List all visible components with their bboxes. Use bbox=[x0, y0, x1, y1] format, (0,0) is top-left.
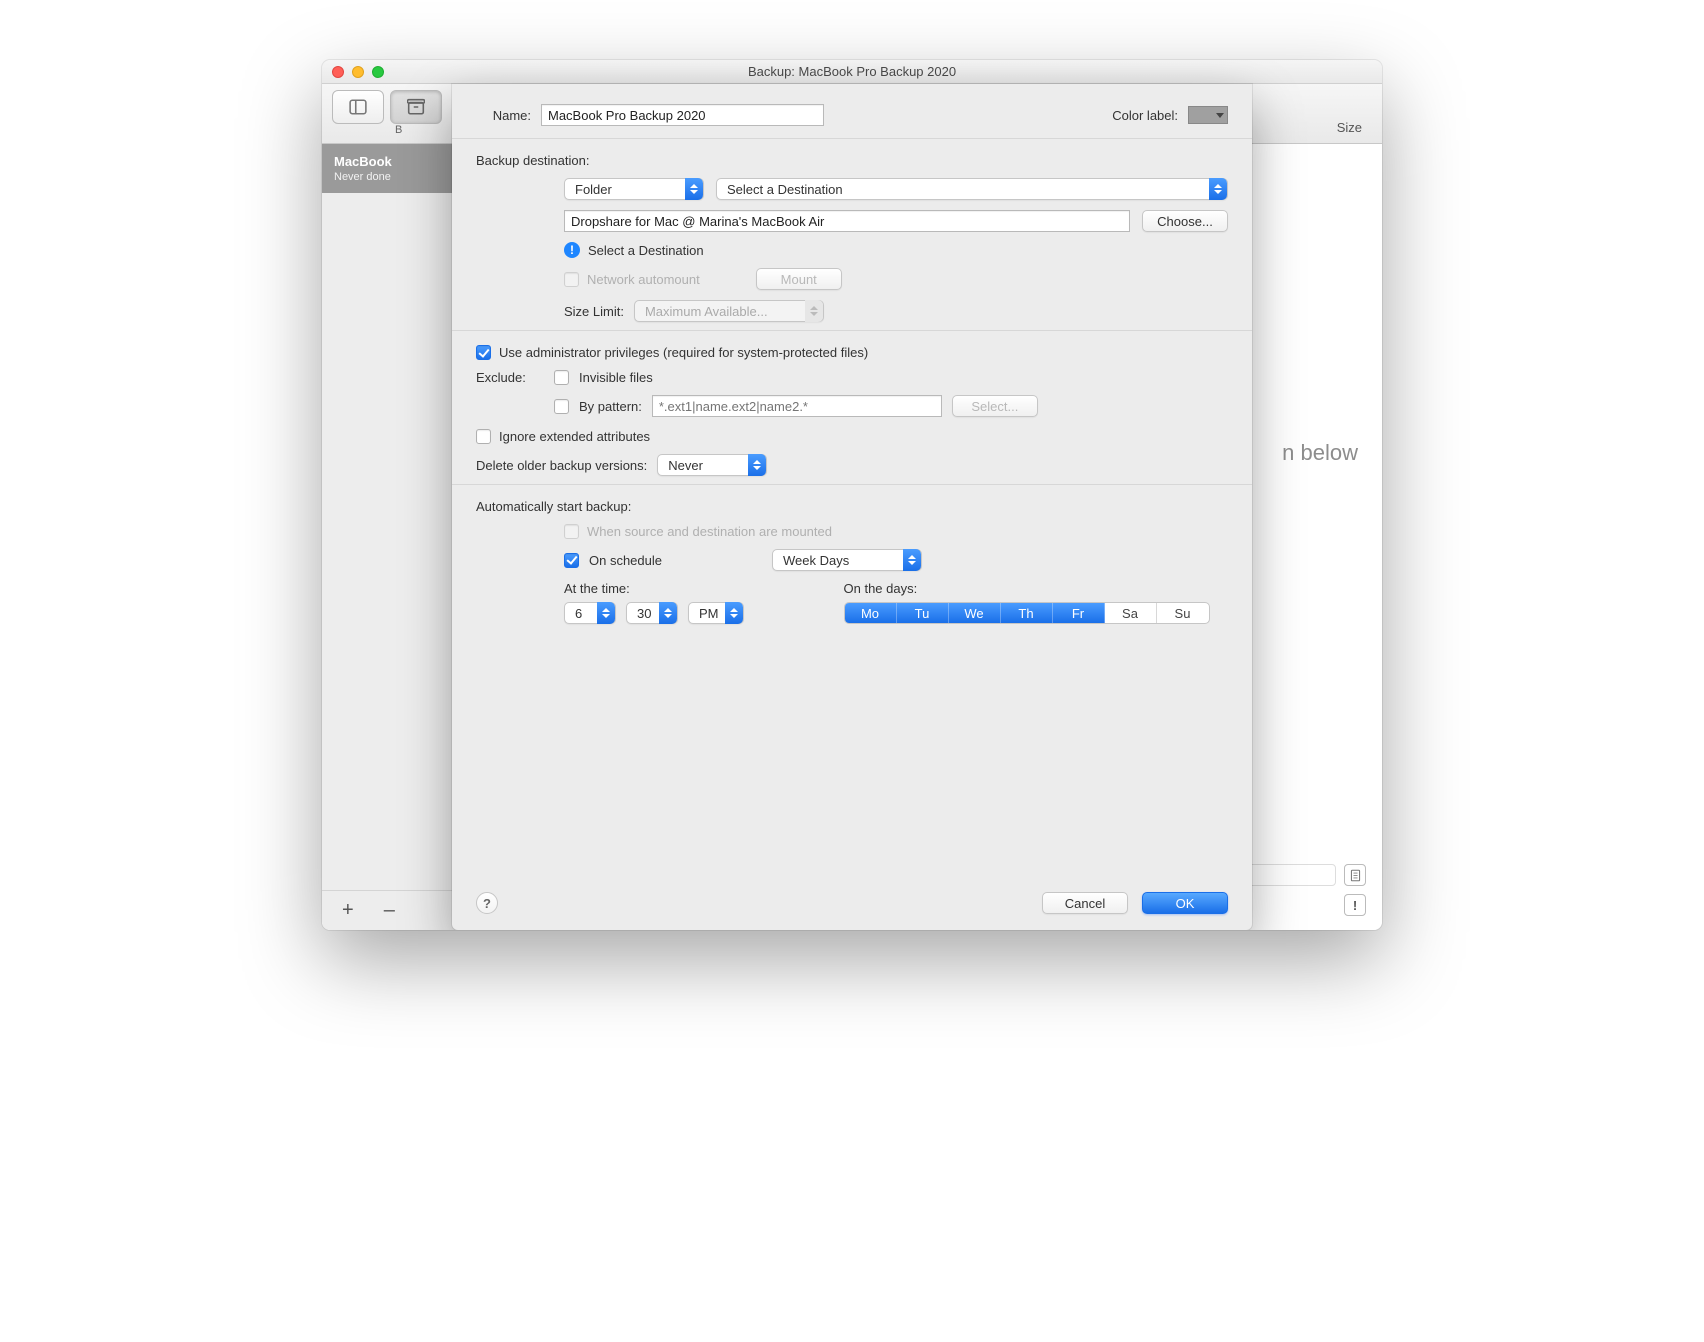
on-days-label: On the days: bbox=[844, 581, 1210, 596]
toolbar-layout-button-2[interactable] bbox=[390, 90, 442, 124]
remove-button[interactable]: – bbox=[384, 899, 395, 922]
note-icon-button[interactable] bbox=[1344, 864, 1366, 886]
size-limit-value: Maximum Available... bbox=[645, 304, 768, 319]
on-schedule-checkbox[interactable] bbox=[564, 553, 579, 568]
main-window: Backup: MacBook Pro Backup 2020 B Size n… bbox=[322, 60, 1382, 930]
on-schedule-label: On schedule bbox=[589, 553, 662, 568]
destination-select-value: Select a Destination bbox=[727, 182, 843, 197]
choose-button[interactable]: Choose... bbox=[1142, 210, 1228, 232]
ampm-select[interactable]: PM bbox=[688, 602, 744, 624]
ok-button[interactable]: OK bbox=[1142, 892, 1228, 914]
auto-start-title: Automatically start backup: bbox=[476, 499, 1228, 514]
invisible-files-label: Invisible files bbox=[579, 370, 653, 385]
alert-icon-button[interactable]: ! bbox=[1344, 894, 1366, 916]
delete-older-value: Never bbox=[668, 458, 703, 473]
ignore-xattr-checkbox[interactable] bbox=[476, 429, 491, 444]
pattern-select-button: Select... bbox=[952, 395, 1038, 417]
color-label-picker[interactable] bbox=[1188, 106, 1228, 124]
minute-select[interactable]: 30 bbox=[626, 602, 678, 624]
toolbar-layout-button-1[interactable] bbox=[332, 90, 384, 124]
title-bar: Backup: MacBook Pro Backup 2020 bbox=[322, 60, 1382, 84]
info-icon: ! bbox=[564, 242, 580, 258]
when-mounted-label: When source and destination are mounted bbox=[587, 524, 832, 539]
info-text: Select a Destination bbox=[588, 243, 704, 258]
day-tu[interactable]: Tu bbox=[897, 603, 949, 623]
when-mounted-checkbox bbox=[564, 524, 579, 539]
destination-path-field[interactable] bbox=[564, 210, 1130, 232]
delete-older-select[interactable]: Never bbox=[657, 454, 767, 476]
days-selector: Mo Tu We Th Fr Sa Su bbox=[844, 602, 1210, 624]
destination-select[interactable]: Select a Destination bbox=[716, 178, 1228, 200]
mount-button: Mount bbox=[756, 268, 842, 290]
pattern-input[interactable] bbox=[652, 395, 942, 417]
at-time-label: At the time: bbox=[564, 581, 744, 596]
day-we[interactable]: We bbox=[949, 603, 1001, 623]
day-th[interactable]: Th bbox=[1001, 603, 1053, 623]
archive-icon bbox=[407, 98, 425, 116]
ignore-xattr-label: Ignore extended attributes bbox=[499, 429, 650, 444]
add-button[interactable]: + bbox=[342, 899, 354, 922]
schedule-type-select[interactable]: Week Days bbox=[772, 549, 922, 571]
sheet-footer: ? Cancel OK bbox=[452, 892, 1252, 914]
size-limit-select: Maximum Available... bbox=[634, 300, 824, 322]
backup-destination-title: Backup destination: bbox=[476, 153, 1228, 168]
size-limit-label: Size Limit: bbox=[564, 304, 624, 319]
behind-text-fragment: n below bbox=[1282, 440, 1358, 466]
day-su[interactable]: Su bbox=[1157, 603, 1209, 623]
settings-sheet: Name: Color label: Backup destination: F… bbox=[452, 84, 1252, 930]
hour-select[interactable]: 6 bbox=[564, 602, 616, 624]
day-mo[interactable]: Mo bbox=[845, 603, 897, 623]
window-title: Backup: MacBook Pro Backup 2020 bbox=[322, 64, 1382, 79]
cancel-button[interactable]: Cancel bbox=[1042, 892, 1128, 914]
toolbar-segment-label: B bbox=[395, 124, 402, 136]
column-header-size: Size bbox=[1337, 120, 1362, 135]
exclude-label: Exclude: bbox=[476, 370, 544, 385]
name-label: Name: bbox=[476, 108, 531, 123]
color-label: Color label: bbox=[1112, 108, 1178, 123]
invisible-files-checkbox[interactable] bbox=[554, 370, 569, 385]
by-pattern-label: By pattern: bbox=[579, 399, 642, 414]
destination-type-select[interactable]: Folder bbox=[564, 178, 704, 200]
name-input[interactable] bbox=[541, 104, 824, 126]
help-button[interactable]: ? bbox=[476, 892, 498, 914]
by-pattern-checkbox[interactable] bbox=[554, 399, 569, 414]
right-icons: ! bbox=[1344, 864, 1366, 916]
admin-privileges-checkbox[interactable] bbox=[476, 345, 491, 360]
schedule-type-value: Week Days bbox=[783, 553, 849, 568]
admin-privileges-label: Use administrator privileges (required f… bbox=[499, 345, 868, 360]
destination-type-value: Folder bbox=[575, 182, 612, 197]
network-automount-checkbox bbox=[564, 272, 579, 287]
network-automount-label: Network automount bbox=[587, 272, 700, 287]
document-icon bbox=[1349, 869, 1362, 882]
day-sa[interactable]: Sa bbox=[1105, 603, 1157, 623]
sidebar-icon bbox=[349, 98, 367, 116]
day-fr[interactable]: Fr bbox=[1053, 603, 1105, 623]
delete-older-label: Delete older backup versions: bbox=[476, 458, 647, 473]
